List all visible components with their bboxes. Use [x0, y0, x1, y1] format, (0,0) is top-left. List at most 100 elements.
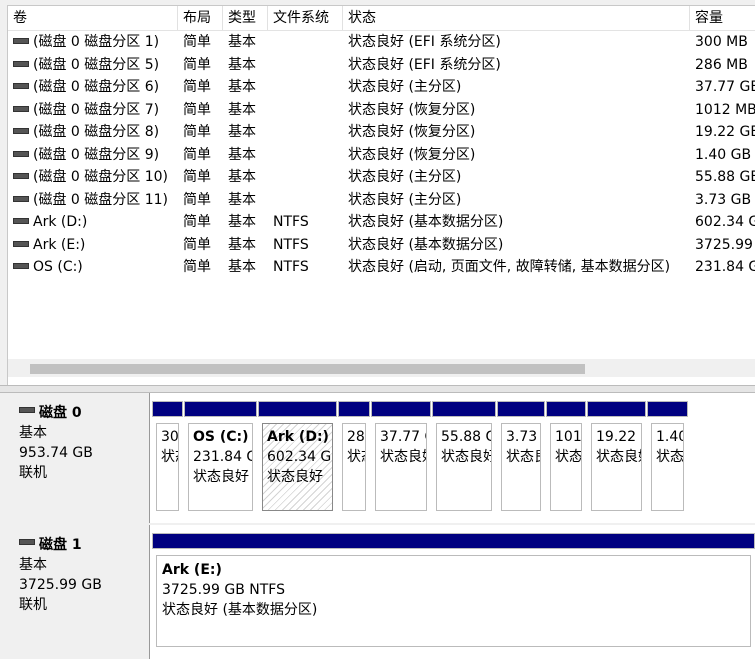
disk0-graphic[interactable]: 磁盘 0 基本 953.74 GB 联机 300 MB 状态良好 OS (C:) 23…: [7, 393, 755, 523]
col-layout[interactable]: 布局: [178, 6, 223, 30]
disk0-partition[interactable]: 19.22 GB 状态良好: [587, 401, 646, 515]
volume-name: (磁盘 0 磁盘分区 7): [8, 99, 178, 121]
drive-icon: [13, 83, 29, 89]
volume-layout: 简单: [183, 56, 211, 73]
disk1-graphic[interactable]: 磁盘 1 基本 3725.99 GB 联机 Ark (E:) 3725.99 G…: [7, 525, 755, 659]
disk0-partition[interactable]: 55.88 GB 状态良好: [432, 401, 496, 515]
volume-capacity: 3725.99 GB: [695, 236, 755, 253]
partition-body[interactable]: 55.88 GB 状态良好: [436, 423, 492, 511]
volume-type: 基本: [228, 101, 256, 118]
col-capacity[interactable]: 容量: [690, 6, 755, 30]
volume-name: OS (C:): [8, 256, 178, 278]
volume-label: (磁盘 0 磁盘分区 1): [33, 34, 160, 50]
partition-body[interactable]: 3.73 GB 状态良好: [501, 423, 541, 511]
disk0-partition[interactable]: 3.73 GB 状态良好: [497, 401, 545, 515]
partition-status: 状态良好: [193, 469, 249, 485]
partition-size: 286 MB: [347, 429, 365, 445]
volume-capacity: 19.22 GB: [695, 124, 755, 140]
partition-body[interactable]: 1.40 GB 状态良好: [651, 423, 684, 511]
volume-layout: 简单: [183, 169, 211, 185]
volume-type: 基本: [228, 79, 256, 95]
volume-label: (磁盘 0 磁盘分区 7): [33, 101, 160, 118]
volume-name: (磁盘 0 磁盘分区 9): [8, 144, 178, 166]
disk0-partition[interactable]: 37.77 GB 状态良好: [371, 401, 431, 515]
disk0-partition[interactable]: 1.40 GB 状态良好: [647, 401, 688, 515]
disk0-partitions: 300 MB状态良好OS (C:)231.84 GB NTFS状态良好Ark (…: [152, 393, 755, 523]
volume-filesystem: NTFS: [273, 259, 309, 275]
partition-body[interactable]: 300 MB 状态良好: [156, 423, 179, 511]
volume-label: (磁盘 0 磁盘分区 11): [33, 191, 168, 208]
table-row[interactable]: Ark (E:) 简单基本 NTFS 状态良好 (基本数据分区) 3725.99 GB: [8, 234, 755, 256]
volume-capacity: 3.73 GB: [695, 191, 752, 208]
disk1-partition[interactable]: Ark (E:) 3725.99 GB NTFS 状态良好 (基本数据分区): [152, 533, 755, 651]
partition-body[interactable]: 286 MB 状态良好: [342, 423, 366, 511]
volume-name: Ark (D:): [8, 211, 178, 233]
partition-body[interactable]: 37.77 GB 状态良好: [375, 423, 427, 511]
table-row[interactable]: Ark (D:) 简单 基本 NTFS 状态良好 (基本数据分区) 602.34 GB: [8, 211, 755, 233]
volume-name: (磁盘 0 磁盘分区 1): [8, 31, 178, 53]
col-volume[interactable]: 卷: [8, 6, 178, 30]
volume-filesystem: [268, 31, 343, 53]
volume-status: 状态良好 (恢复分区): [348, 101, 476, 118]
table-row[interactable]: (磁盘 0 磁盘分区 9) 简单 基本 状态良好 (恢复分区) 1.40 GB: [8, 144, 755, 166]
volume-type: 基本: [228, 236, 256, 253]
disk1-type: 基本: [19, 557, 47, 573]
volume-status: 状态良好 (主分区): [348, 79, 462, 95]
partition-body[interactable]: Ark (E:) 3725.99 GB NTFS 状态良好 (基本数据分区): [156, 555, 751, 647]
partition-size: 300 MB: [161, 429, 179, 445]
disk1-label[interactable]: 磁盘 1 基本 3725.99 GB 联机: [7, 525, 150, 659]
disk0-partition[interactable]: 1012 MB 状态良好: [546, 401, 586, 515]
partition-body[interactable]: 19.22 GB 状态良好: [591, 423, 642, 511]
volume-filesystem: [268, 99, 343, 121]
disk0-partition[interactable]: 286 MB 状态良好: [338, 401, 370, 515]
scrollbar-thumb[interactable]: [30, 364, 585, 374]
disk-icon: [19, 539, 35, 545]
volume-capacity: 300 MB: [695, 34, 748, 50]
volume-status: 状态良好 (启动, 页面文件, 故障转储, 基本数据分区): [348, 259, 671, 275]
disk0-partition[interactable]: 300 MB 状态良好: [152, 401, 183, 515]
partition-status: 状态良好: [267, 469, 323, 485]
partition-bar: [497, 401, 545, 417]
horizontal-scrollbar[interactable]: [8, 359, 755, 377]
volume-layout: 简单: [183, 191, 211, 208]
volume-name: (磁盘 0 磁盘分区 8): [8, 121, 178, 143]
col-type[interactable]: 类型: [223, 6, 268, 30]
volume-name: (磁盘 0 磁盘分区 6): [8, 76, 178, 98]
partition-body[interactable]: OS (C:) 231.84 GB NTFS 状态良好: [188, 423, 253, 511]
volume-filesystem: [268, 54, 343, 76]
table-row[interactable]: (磁盘 0 磁盘分区 8) 简单 基本 状态良好 (恢复分区) 19.22 GB: [8, 121, 755, 143]
volume-status: 状态良好 (EFI 系统分区): [348, 56, 501, 73]
partition-status: 状态良好: [555, 449, 582, 465]
volume-status: 状态良好 (基本数据分区): [348, 214, 504, 230]
pane-splitter[interactable]: [0, 385, 755, 393]
table-row[interactable]: (磁盘 0 磁盘分区 5) 简单 基本 状态良好 (EFI 系统分区) 286 MB: [8, 54, 755, 76]
volume-status: 状态良好 (主分区): [348, 169, 462, 185]
disk0-partition[interactable]: OS (C:) 231.84 GB NTFS 状态良好: [184, 401, 257, 515]
table-row[interactable]: (磁盘 0 磁盘分区 1) 简单 基本 状态良好 (EFI 系统分区) 300 MB: [8, 31, 755, 53]
col-filesystem[interactable]: 文件系统: [268, 6, 343, 30]
disk0-label[interactable]: 磁盘 0 基本 953.74 GB 联机: [7, 393, 150, 523]
table-row[interactable]: OS (C:) 简单 基本 NTFS 状态良好 (启动, 页面文件, 故障转储, 基本数…: [8, 256, 755, 278]
volume-type: 基本: [228, 146, 256, 163]
table-row[interactable]: (磁盘 0 磁盘分区 7) 简单 基本 状态良好 (恢复分区) 1012 MB: [8, 99, 755, 121]
table-row[interactable]: (磁盘 0 磁盘分区 6) 简单 基本 状态良好 (主分区) 37.77 GB: [8, 76, 755, 98]
partition-body[interactable]: Ark (D:) 602.34 GB NTFS 状态良好: [262, 423, 333, 511]
partition-status: 状态良好: [506, 449, 540, 465]
table-row[interactable]: (磁盘 0 磁盘分区 10) 简单 基本 状态良好 (主分区) 55.88 GB: [8, 166, 755, 188]
partition-name: OS (C:): [193, 429, 249, 445]
drive-icon: [13, 60, 29, 67]
partition-bar: [432, 401, 496, 417]
partition-bar: [152, 401, 183, 417]
disk0-partition[interactable]: Ark (D:) 602.34 GB NTFS 状态良好: [258, 401, 337, 515]
partition-body[interactable]: 1012 MB 状态良好: [550, 423, 582, 511]
partition-status: 状态良好 (基本数据分区): [162, 602, 318, 618]
volume-filesystem: [268, 144, 343, 166]
volume-label: (磁盘 0 磁盘分区 8): [33, 124, 160, 140]
col-status[interactable]: 状态: [343, 6, 690, 30]
drive-icon: [13, 173, 29, 179]
volume-list[interactable]: 卷 布局 类型 文件系统 状态 容量 (磁盘 0 磁盘分区 1) 简单 基本 状态良好…: [7, 5, 755, 386]
table-row[interactable]: (磁盘 0 磁盘分区 11) 简单 基本 状态良好 (主分区) 3.73 GB: [8, 189, 755, 211]
partition-bar: [546, 401, 586, 417]
disk-icon: [19, 407, 35, 413]
drive-icon: [13, 263, 29, 269]
